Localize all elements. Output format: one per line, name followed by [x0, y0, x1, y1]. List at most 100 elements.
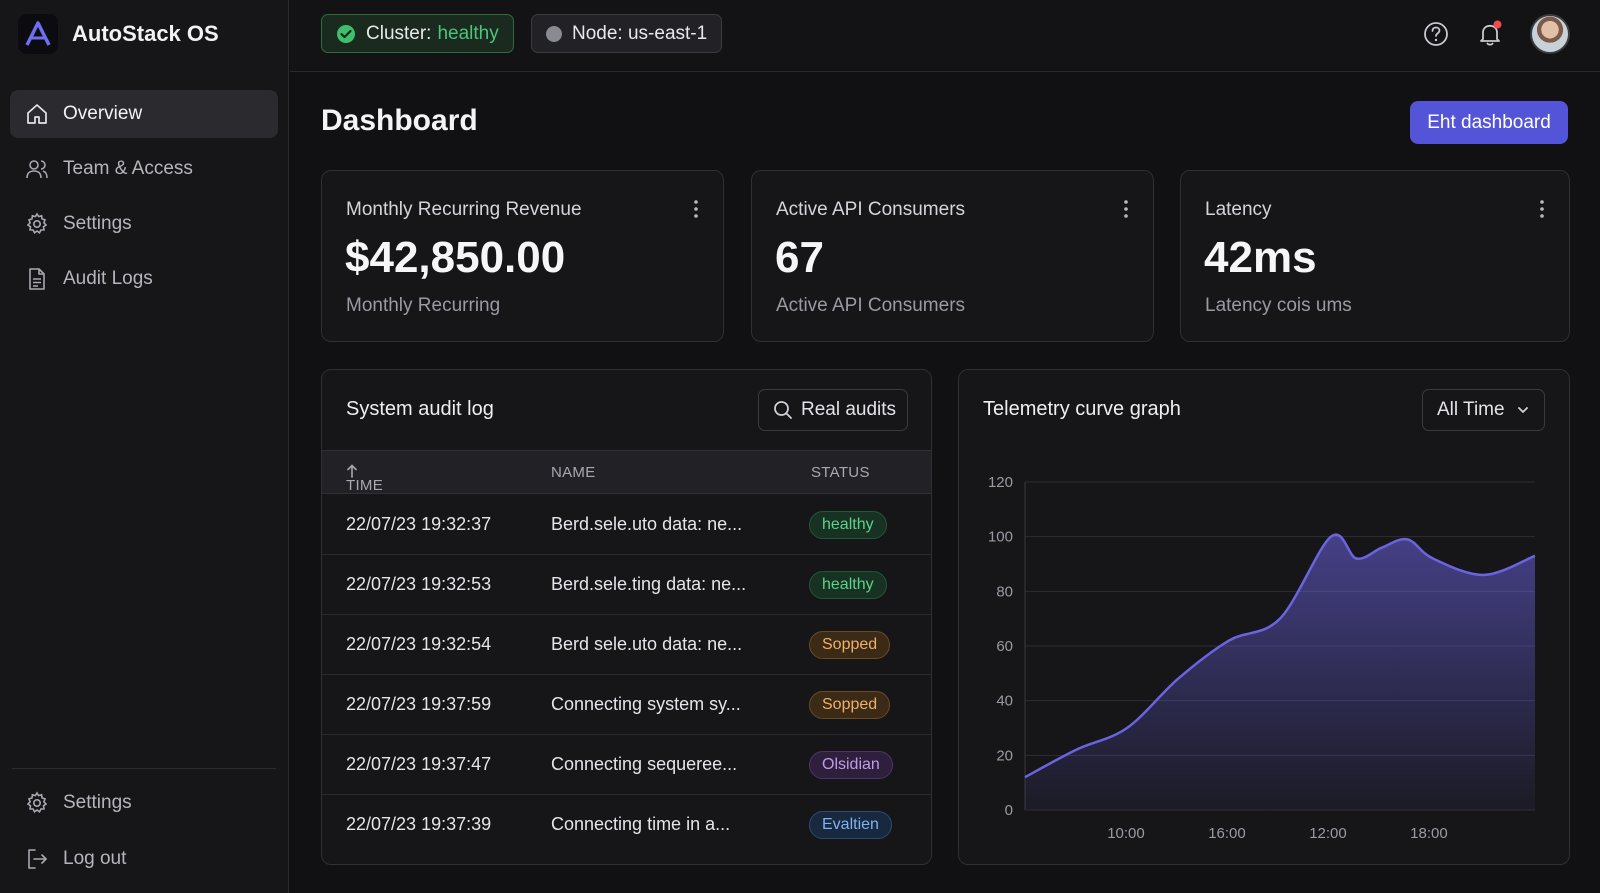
user-avatar[interactable]	[1530, 14, 1570, 54]
search-icon	[774, 401, 792, 419]
kpi-value: 42ms	[1204, 233, 1317, 282]
topbar: Cluster: healthy Node: us-east-1	[290, 0, 1600, 72]
sidebar-item-audit-logs[interactable]: Audit Logs	[10, 255, 278, 303]
node-label: Node: us-east-1	[572, 22, 708, 44]
audit-search-input[interactable]: Real audits	[758, 389, 908, 431]
sidebar-item-settings-bottom[interactable]: Settings	[10, 779, 278, 827]
sidebar-item-team-access[interactable]: Team & Access	[10, 145, 278, 193]
sidebar-item-label: Team & Access	[63, 158, 193, 179]
kpi-card-mrr: Monthly Recurring Revenue $42,850.00 Mon…	[321, 170, 724, 342]
gear-icon	[26, 212, 48, 234]
audit-search-value: Real audits	[801, 399, 897, 420]
status-badge: Evaltien	[809, 811, 892, 839]
audit-log-title: System audit log	[346, 398, 494, 420]
cell-name: Berd.sele.ting data: ne...	[551, 574, 747, 594]
notification-bell-icon[interactable]	[1476, 20, 1504, 48]
status-badge: healthy	[809, 511, 887, 539]
page-title: Dashboard	[321, 104, 478, 137]
telemetry-panel: Telemetry curve graph All Time 0 20 40 60 80…	[958, 369, 1570, 865]
cell-time: 22/07/23 19:37:47	[346, 754, 492, 774]
table-row[interactable]: 22/07/23 19:37:39 Connecting time in a..…	[322, 795, 931, 855]
kpi-subtitle: Monthly Recurring	[346, 295, 501, 316]
app-name: AutoStack OS	[72, 21, 219, 46]
cell-name: Connecting time in a...	[551, 814, 731, 834]
edit-dashboard-button[interactable]: Eht dashboard	[1410, 101, 1568, 144]
sidebar-item-logout[interactable]: Log out	[10, 835, 278, 883]
column-header-status[interactable]: STATUS	[811, 464, 870, 481]
sidebar-item-settings[interactable]: Settings	[10, 200, 278, 248]
y-tick-label: 80	[996, 583, 1013, 600]
users-icon	[26, 160, 48, 179]
sidebar-nav: Overview Team & Access Settings Audit Lo…	[10, 90, 278, 310]
cell-name: Connecting sequeree...	[551, 754, 738, 774]
cluster-label: Cluster:	[366, 22, 432, 44]
node-pill[interactable]: Node: us-east-1	[531, 14, 723, 53]
sidebar-item-label: Settings	[63, 792, 132, 813]
home-icon	[27, 104, 47, 124]
brand[interactable]: AutoStack OS	[18, 14, 219, 54]
autostack-logo-icon	[18, 14, 58, 54]
more-vertical-icon[interactable]	[693, 199, 699, 219]
sidebar-item-label: Overview	[63, 103, 143, 124]
kpi-label: Latency	[1205, 199, 1272, 220]
y-tick-label: 20	[996, 747, 1013, 764]
audit-table-header: TIME NAME STATUS	[322, 450, 931, 494]
sort-ascending-icon	[347, 464, 357, 478]
kpi-value: 67	[775, 233, 824, 282]
y-tick-label: 0	[1005, 802, 1013, 819]
cell-time: 22/07/23 19:32:54	[346, 634, 492, 654]
y-tick-label: 120	[988, 474, 1013, 491]
sidebar-bottom-nav: Settings Log out	[10, 779, 278, 891]
more-vertical-icon[interactable]	[1539, 199, 1545, 219]
sidebar-item-overview[interactable]: Overview	[10, 90, 278, 138]
x-tick-label: 16:00	[1208, 825, 1246, 842]
cell-time: 22/07/23 19:32:53	[346, 574, 492, 594]
status-badge: Olsidian	[809, 751, 893, 779]
kpi-label: Active API Consumers	[776, 199, 966, 220]
cell-name: Berd sele.uto data: ne...	[551, 634, 743, 654]
table-row[interactable]: 22/07/23 19:37:59 Connecting system sy..…	[322, 675, 931, 735]
kpi-subtitle: Latency cois ums	[1205, 295, 1352, 316]
sidebar-divider	[12, 768, 276, 769]
table-row[interactable]: 22/07/23 19:37:47 Connecting sequeree...…	[322, 735, 931, 795]
more-vertical-icon[interactable]	[1123, 199, 1129, 219]
cell-time: 22/07/23 19:37:59	[346, 694, 492, 714]
audit-log-panel: System audit log Real audits TIME NAME S…	[321, 369, 932, 865]
telemetry-chart: 0 20 40 60 80 100 120 10:00 16:00 12:00 18:00	[988, 474, 1536, 842]
sidebar-item-label: Settings	[63, 213, 132, 234]
document-icon	[29, 268, 45, 290]
check-circle-icon	[337, 24, 355, 43]
x-tick-label: 10:00	[1107, 825, 1145, 842]
table-row[interactable]: 22/07/23 19:32:53 Berd.sele.ting data: n…	[322, 555, 931, 615]
column-header-time[interactable]: TIME	[346, 464, 383, 494]
status-badge: Sopped	[809, 691, 891, 719]
cluster-status: healthy	[437, 22, 499, 44]
x-tick-label: 12:00	[1309, 825, 1347, 842]
node-status-dot-icon	[546, 25, 562, 42]
cell-time: 22/07/23 19:37:39	[346, 814, 492, 834]
cell-name: Connecting system sy...	[551, 694, 741, 714]
table-row[interactable]: 22/07/23 19:32:54 Berd sele.uto data: ne…	[322, 615, 931, 675]
column-header-label: TIME	[346, 477, 384, 494]
gear-icon	[26, 791, 48, 813]
logout-icon	[28, 849, 47, 869]
cell-name: Berd.sele.uto data: ne...	[551, 514, 743, 534]
table-row[interactable]: 22/07/23 19:32:37 Berd.sele.uto data: ne…	[322, 495, 931, 555]
status-badge: healthy	[809, 571, 887, 599]
column-header-name[interactable]: NAME	[551, 464, 596, 481]
cell-time: 22/07/23 19:32:37	[346, 514, 492, 534]
kpi-label: Monthly Recurring Revenue	[346, 199, 582, 220]
cluster-status-pill[interactable]: Cluster: healthy	[321, 14, 514, 53]
kpi-subtitle: Active API Consumers	[776, 295, 966, 316]
kpi-card-latency: Latency 42ms Latency cois ums	[1180, 170, 1570, 342]
sidebar: AutoStack OS Overview Team & Access Sett…	[0, 0, 289, 893]
x-tick-label: 18:00	[1410, 825, 1448, 842]
series-area	[1025, 534, 1535, 810]
help-icon[interactable]	[1422, 20, 1450, 48]
kpi-card-api-consumers: Active API Consumers 67 Active API Consu…	[751, 170, 1154, 342]
y-tick-label: 40	[996, 693, 1013, 710]
sidebar-item-label: Audit Logs	[63, 268, 153, 289]
sidebar-item-label: Log out	[63, 848, 127, 869]
y-tick-label: 100	[988, 529, 1013, 546]
kpi-value: $42,850.00	[345, 233, 566, 282]
